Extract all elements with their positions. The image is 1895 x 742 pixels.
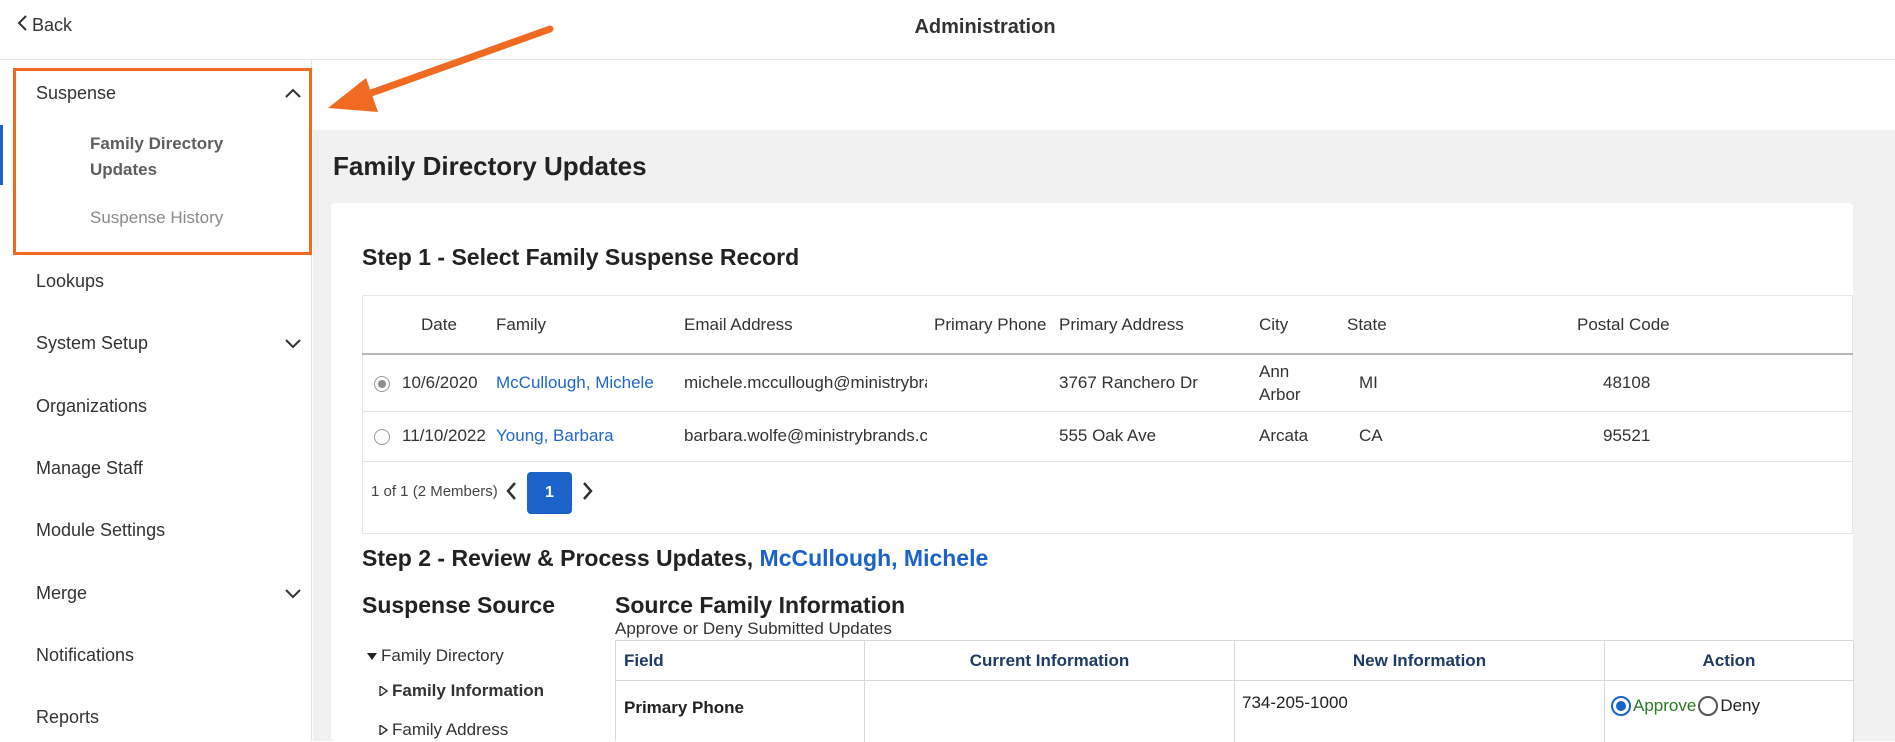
tree-node-label: Family Directory [381,646,504,665]
step2-title: Step 2 - Review & Process Updates, McCul… [362,545,988,572]
sidebar-item-label: Notifications [36,645,135,665]
caret-right-icon [378,681,389,701]
row-select-radio[interactable] [374,429,390,445]
deny-label[interactable]: Deny [1720,696,1760,716]
sidebar-item-label: Manage Staff [36,458,143,478]
row-date: 11/10/2022 [402,426,486,445]
update-row-field: Primary Phone [616,681,865,742]
pager-page-button[interactable]: 1 [527,472,572,514]
caret-right-icon [378,720,389,740]
updates-table: Field Current Information New Informatio… [615,640,1854,742]
tree-node-label: Family Address [392,720,509,739]
row-primary-address: 555 Oak Ave [1059,426,1157,445]
sidebar-item-lookups[interactable]: Lookups [36,271,302,292]
updates-column-current: Current Information [865,641,1235,681]
sidebar-item-label: Lookups [36,271,105,291]
updates-column-field: Field [616,641,865,681]
row-family-link[interactable]: McCullough, Michele [496,373,654,393]
column-header-date[interactable]: Date [421,315,457,335]
sidebar-item-merge[interactable]: Merge [36,583,302,604]
row-state: CA [1359,426,1383,445]
row-postal-code: 48108 [1603,373,1651,392]
tree-node-family-address[interactable]: Family Address [378,720,508,740]
sidebar-item-label: Organizations [36,396,148,416]
row-select-radio[interactable] [374,376,390,392]
sidebar-item-label: Reports [36,707,100,727]
sidebar-item-manage-staff[interactable]: Manage Staff [36,458,302,479]
tree-node-label: Family Information [392,681,545,700]
column-header-primary-address[interactable]: Primary Address [1059,315,1184,335]
row-family-link[interactable]: Young, Barbara [496,426,614,446]
updates-column-new: New Information [1235,641,1605,681]
sidebar-item-label: System Setup [36,333,149,353]
row-email: barbara.wolfe@ministrybrands.com [684,426,927,445]
annotation-arrow-icon [328,25,554,112]
row-primary-address: 3767 Ranchero Dr [1059,373,1198,392]
table-row[interactable]: 11/10/2022 Young, Barbara barbara.wolfe@… [362,412,1853,462]
chevron-down-icon [284,333,302,354]
tree-node-family-directory[interactable]: Family Directory [367,646,504,666]
sidebar-item-organizations[interactable]: Organizations [36,396,302,417]
row-city: Arcata [1259,426,1309,445]
sidebar-item-label: Module Settings [36,520,166,540]
row-postal-code: 95521 [1603,426,1651,445]
caret-down-icon [367,646,377,666]
row-city-line1: Ann [1259,362,1290,381]
row-email: michele.mccullough@ministrybrands.com [684,373,927,392]
approve-label[interactable]: Approve [1633,696,1696,716]
approve-radio[interactable] [1611,696,1631,716]
app-title: Administration [914,16,1056,38]
row-city-line2: Arbor [1259,385,1301,404]
source-family-info-title: Source Family Information [615,592,906,618]
pager-summary: 1 of 1 (2 Members) [371,483,498,500]
update-row-current [865,681,1235,742]
update-row-action: Approve Deny [1605,681,1854,742]
column-header-state[interactable]: State [1347,315,1387,335]
approve-deny-group: Approve Deny [1611,696,1853,716]
row-state: MI [1359,373,1378,392]
chevron-down-icon [284,583,302,604]
page-title: Family Directory Updates [333,151,647,181]
suspense-source-title: Suspense Source [362,592,556,618]
column-header-family[interactable]: Family [496,315,546,335]
column-header-postal-code[interactable]: Postal Code [1577,315,1670,335]
step1-title: Step 1 - Select Family Suspense Record [362,244,800,270]
chevron-left-icon[interactable] [505,481,521,503]
table-row[interactable]: 10/6/2020 McCullough, Michele michele.mc… [362,356,1853,412]
annotation-highlight-box [13,68,312,255]
grid-header: Date Family Email Address Primary Phone … [362,295,1853,355]
column-header-email[interactable]: Email Address [684,315,793,335]
row-date: 10/6/2020 [402,373,478,392]
source-family-info-subtitle: Approve or Deny Submitted Updates [615,619,892,638]
sidebar-active-indicator [0,125,3,185]
tree-node-family-information[interactable]: Family Information [378,681,544,701]
update-row-new: 734-205-1000 [1235,681,1605,742]
column-header-city[interactable]: City [1259,315,1288,335]
sidebar-item-notifications[interactable]: Notifications [36,645,302,666]
column-header-primary-phone[interactable]: Primary Phone [934,315,1046,335]
chevron-right-icon[interactable] [582,481,598,503]
step2-family-link[interactable]: McCullough, Michele [760,545,989,571]
top-bar: Back Administration [0,0,1895,60]
updates-column-action: Action [1605,641,1854,681]
sidebar-item-system-setup[interactable]: System Setup [36,333,302,354]
step2-title-text: Step 2 - Review & Process Updates, [362,545,754,571]
deny-radio[interactable] [1698,696,1719,716]
sidebar-item-label: Merge [36,583,88,603]
sidebar-item-module-settings[interactable]: Module Settings [36,520,302,541]
sidebar-item-reports[interactable]: Reports [36,707,302,728]
